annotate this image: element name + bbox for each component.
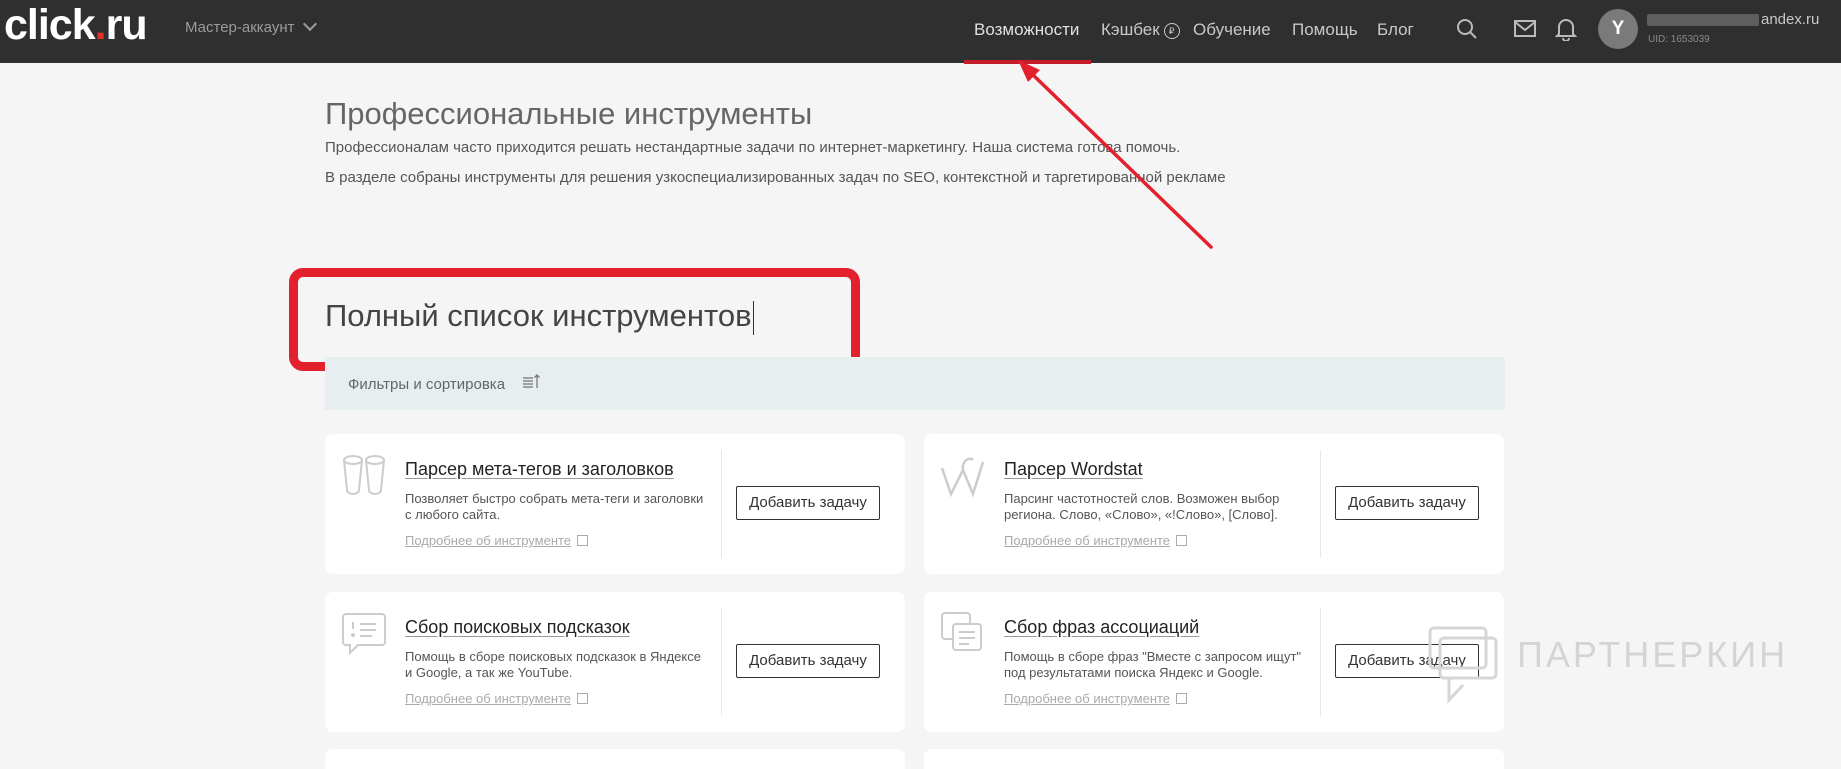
annotation-arrow bbox=[1018, 60, 1213, 249]
